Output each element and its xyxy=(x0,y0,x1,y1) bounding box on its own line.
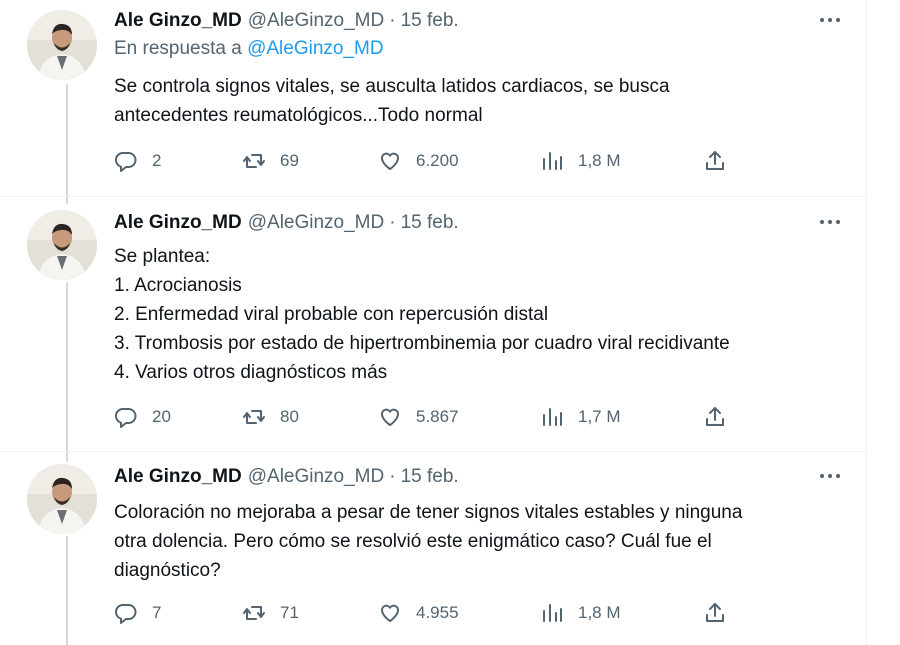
views-button[interactable]: 1,8 M xyxy=(540,147,621,175)
more-options-button[interactable] xyxy=(816,466,844,486)
tweet-date[interactable]: 15 feb. xyxy=(401,10,459,32)
more-options-icon xyxy=(820,474,840,478)
share-button[interactable] xyxy=(703,599,727,627)
reply-icon xyxy=(115,408,137,428)
reply-button[interactable]: 7 xyxy=(114,599,161,627)
display-name[interactable]: Ale Ginzo_MD xyxy=(114,212,242,234)
tweet-header: Ale Ginzo_MD @AleGinzo_MD · 15 feb. xyxy=(114,210,459,236)
retweet-button[interactable]: 71 xyxy=(242,599,299,627)
tweet-header: Ale Ginzo_MD @AleGinzo_MD · 15 feb. xyxy=(114,8,459,34)
user-handle[interactable]: @AleGinzo_MD xyxy=(248,466,385,488)
tweet-date[interactable]: 15 feb. xyxy=(401,212,459,234)
views-icon xyxy=(543,152,562,170)
more-options-button[interactable] xyxy=(816,212,844,232)
share-icon xyxy=(706,603,724,622)
like-button[interactable]: 6.200 xyxy=(378,147,459,175)
views-button[interactable]: 1,7 M xyxy=(540,403,621,431)
reply-count: 20 xyxy=(152,407,171,426)
retweet-icon xyxy=(243,606,265,620)
tweet-divider xyxy=(0,451,866,452)
views-count: 1,8 M xyxy=(578,603,621,622)
like-button[interactable]: 4.955 xyxy=(378,599,459,627)
tweet-actions: 2 69 6.200 1,8 M xyxy=(114,147,734,175)
avatar[interactable] xyxy=(27,464,97,534)
tweet[interactable]: Ale Ginzo_MD @AleGinzo_MD · 15 feb. En r… xyxy=(0,8,866,204)
tweet-date[interactable]: 15 feb. xyxy=(401,466,459,488)
heart-icon xyxy=(380,152,400,170)
reply-context: En respuesta a @AleGinzo_MD xyxy=(114,38,384,60)
like-button[interactable]: 5.867 xyxy=(378,403,459,431)
reply-count: 2 xyxy=(152,151,162,170)
more-options-icon xyxy=(820,18,840,22)
reply-prefix: En respuesta a xyxy=(114,38,242,59)
retweet-count: 71 xyxy=(280,603,299,622)
retweet-icon xyxy=(243,154,265,168)
thread-connector xyxy=(66,536,68,645)
avatar[interactable] xyxy=(27,210,97,280)
thread-connector xyxy=(66,282,68,462)
views-count: 1,8 M xyxy=(578,151,621,170)
thread-connector xyxy=(66,84,68,204)
views-count: 1,7 M xyxy=(578,407,621,426)
avatar[interactable] xyxy=(27,10,97,80)
reply-button[interactable]: 2 xyxy=(114,147,161,175)
more-options-button[interactable] xyxy=(816,10,844,30)
tweet-text: Se plantea: 1. Acrocianosis 2. Enfermeda… xyxy=(114,246,730,383)
separator-dot: · xyxy=(389,10,396,31)
tweet-thread: Ale Ginzo_MD @AleGinzo_MD · 15 feb. En r… xyxy=(0,0,867,645)
views-icon xyxy=(543,604,562,622)
more-options-icon xyxy=(820,220,840,224)
reply-button[interactable]: 20 xyxy=(114,403,171,431)
retweet-count: 69 xyxy=(280,151,299,170)
display-name[interactable]: Ale Ginzo_MD xyxy=(114,10,242,32)
retweet-button[interactable]: 69 xyxy=(242,147,299,175)
retweet-icon xyxy=(243,410,265,424)
heart-icon xyxy=(380,604,400,622)
share-icon xyxy=(706,151,724,170)
user-handle[interactable]: @AleGinzo_MD xyxy=(248,10,385,32)
views-icon xyxy=(543,408,562,426)
separator-dot: · xyxy=(389,212,396,233)
tweet-text: Se controla signos vitales, se ausculta … xyxy=(114,76,670,126)
display-name[interactable]: Ale Ginzo_MD xyxy=(114,466,242,488)
share-button[interactable] xyxy=(703,403,727,431)
heart-icon xyxy=(380,408,400,426)
reply-icon xyxy=(115,604,137,624)
tweet-actions: 7 71 4.955 1,8 M xyxy=(114,599,734,627)
tweet-header: Ale Ginzo_MD @AleGinzo_MD · 15 feb. xyxy=(114,464,459,490)
retweet-button[interactable]: 80 xyxy=(242,403,299,431)
like-count: 5.867 xyxy=(416,407,459,426)
retweet-count: 80 xyxy=(280,407,299,426)
share-button[interactable] xyxy=(703,147,727,175)
user-handle[interactable]: @AleGinzo_MD xyxy=(248,212,385,234)
like-count: 6.200 xyxy=(416,151,459,170)
tweet[interactable]: Ale Ginzo_MD @AleGinzo_MD · 15 feb. Colo… xyxy=(0,464,866,645)
separator-dot: · xyxy=(389,466,396,487)
like-count: 4.955 xyxy=(416,603,459,622)
tweet[interactable]: Ale Ginzo_MD @AleGinzo_MD · 15 feb. Se p… xyxy=(0,210,866,462)
share-icon xyxy=(706,407,724,426)
reply-mention-link[interactable]: @AleGinzo_MD xyxy=(247,38,384,59)
tweet-actions: 20 80 5.867 1,7 M xyxy=(114,403,734,431)
tweet-divider xyxy=(0,196,866,197)
reply-count: 7 xyxy=(152,603,162,622)
views-button[interactable]: 1,8 M xyxy=(540,599,621,627)
tweet-text: Coloración no mejoraba a pesar de tener … xyxy=(114,502,743,581)
reply-icon xyxy=(115,152,137,172)
